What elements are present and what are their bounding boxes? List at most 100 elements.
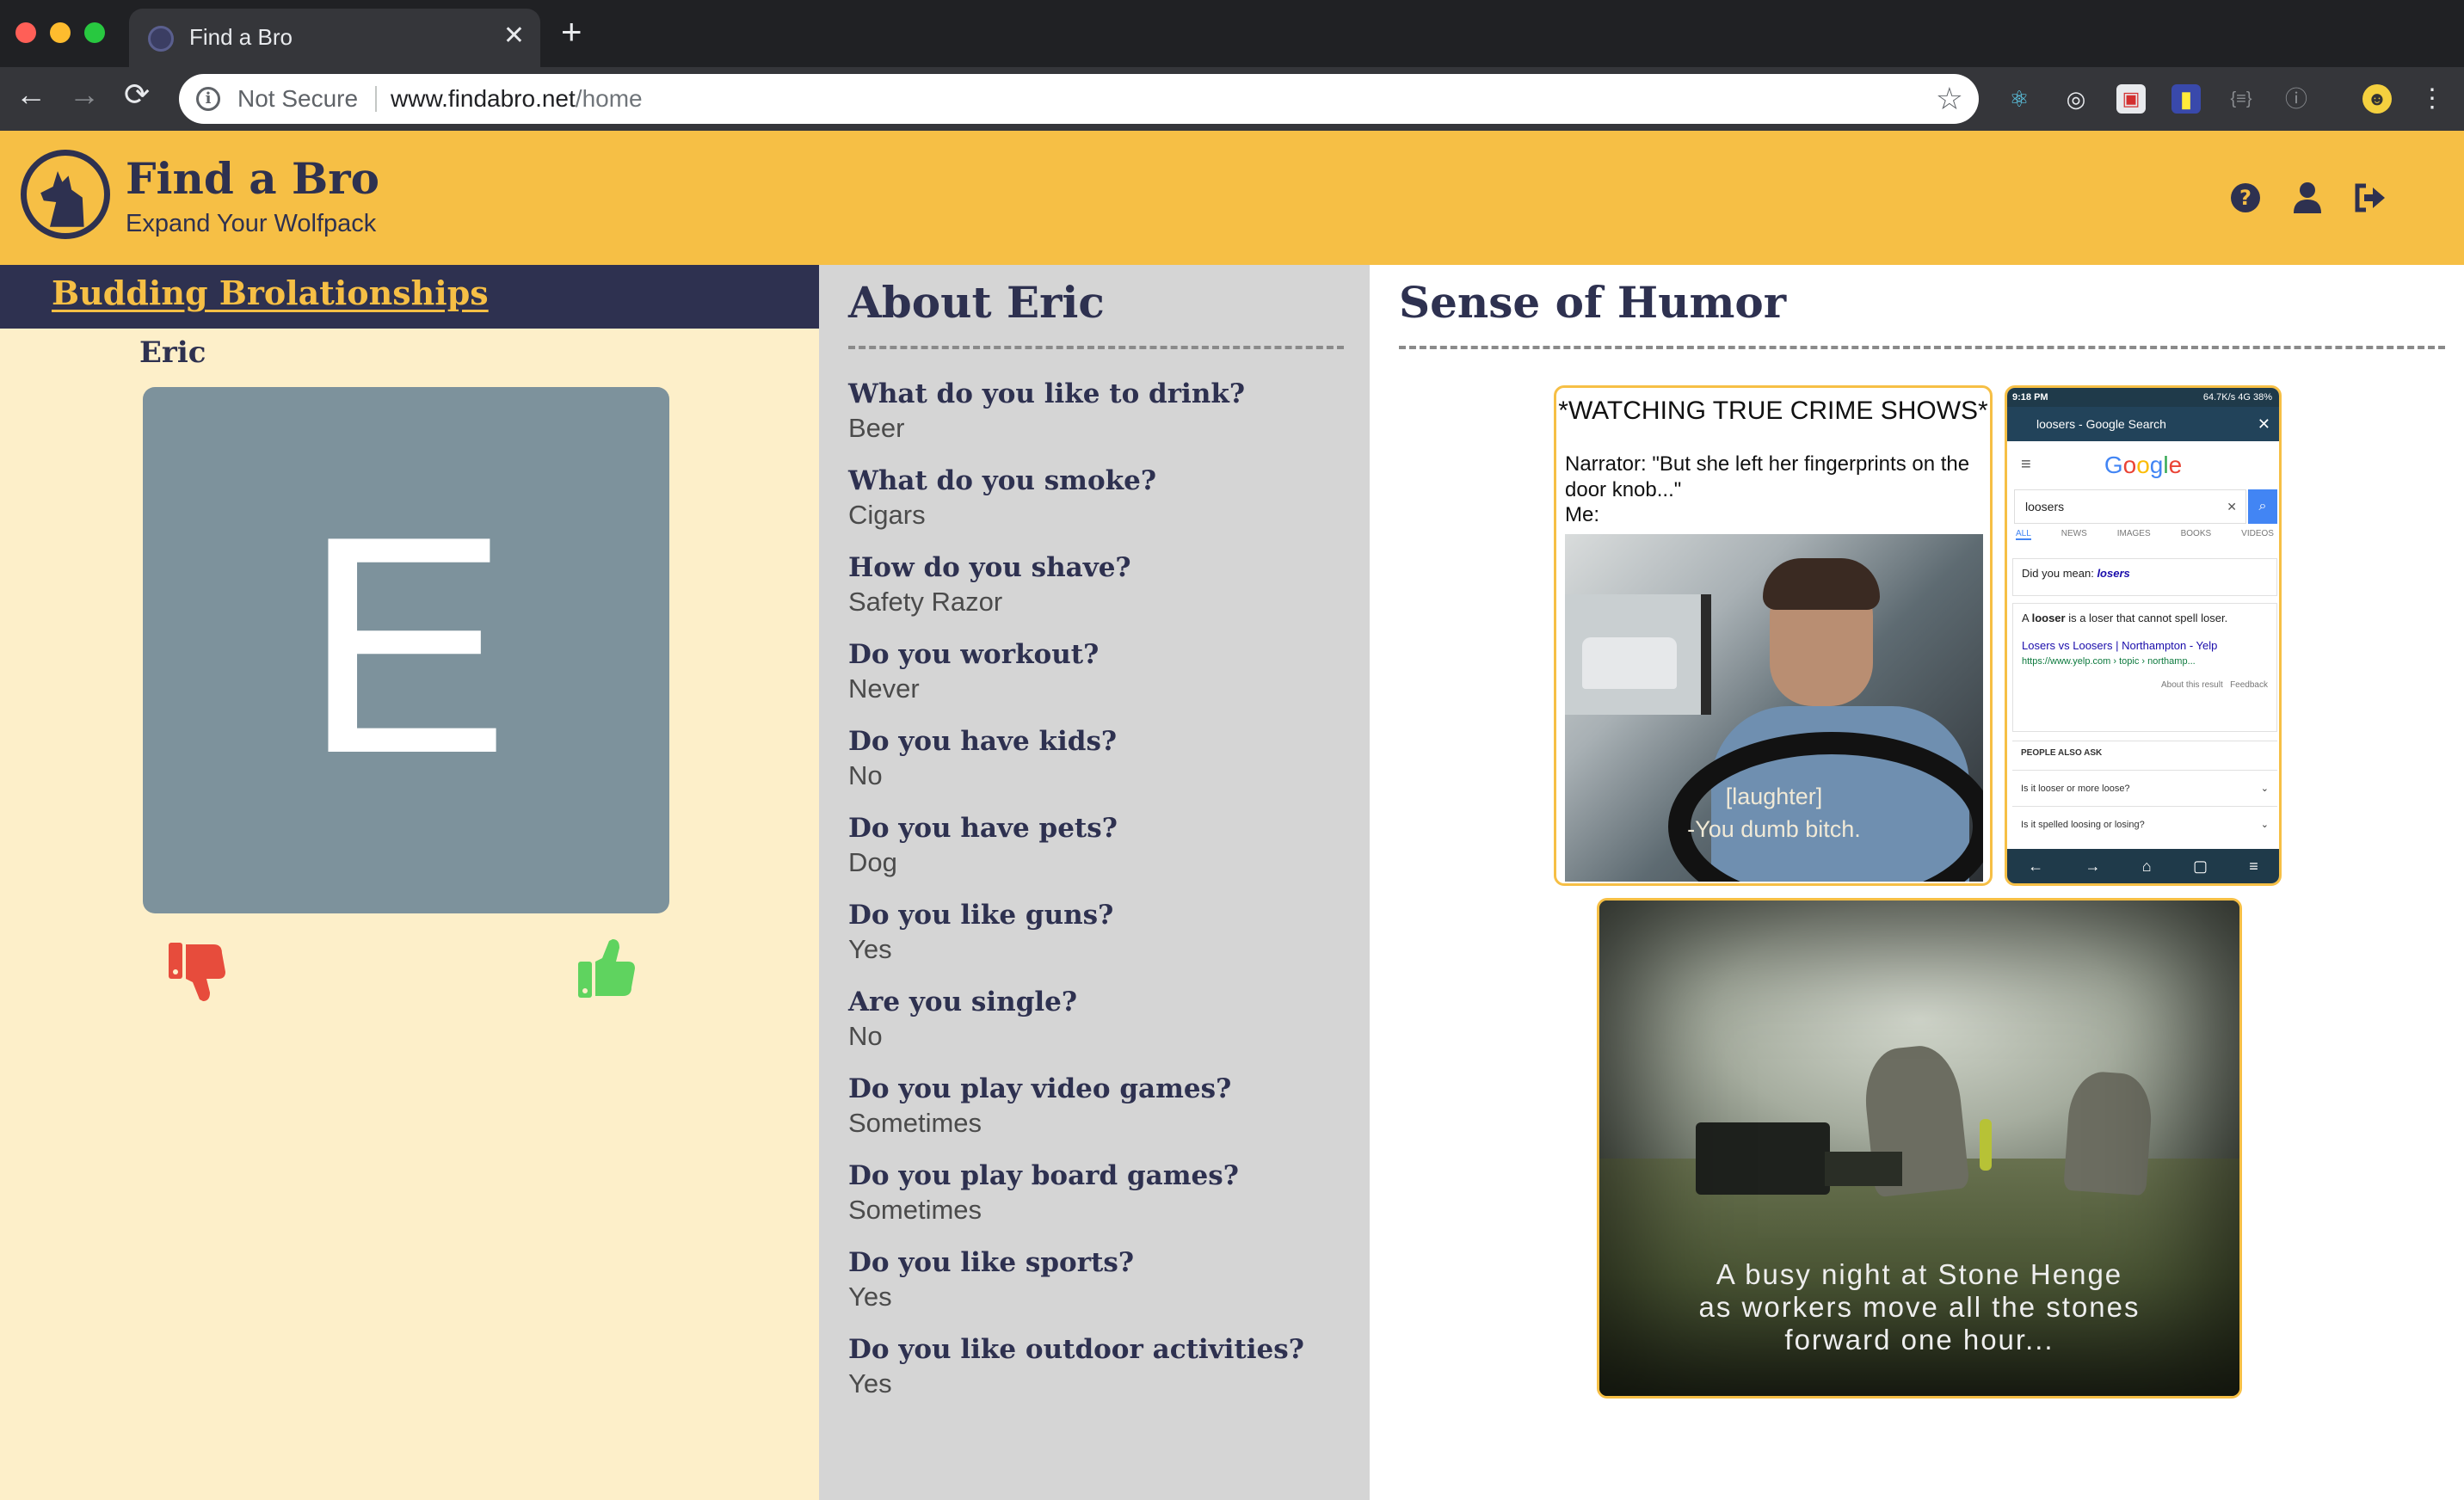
phone-search-icon: ⌕ (2248, 489, 2277, 524)
url-text[interactable]: www.findabro.net/home (391, 85, 643, 113)
qa-item: Do you play video games? Sometimes (848, 1072, 1347, 1159)
humor-title: Sense of Humor (1399, 277, 1787, 328)
site-title[interactable]: Find a Bro (126, 153, 379, 204)
site-subtitle: Expand Your Wolfpack (126, 210, 377, 237)
people-question: Is it spelled loosing or losing? ⌄ (2012, 806, 2277, 842)
answer: No (848, 760, 883, 790)
qa-item: Do you like sports? Yes (848, 1245, 1347, 1332)
question: Do you have kids? (848, 726, 1118, 757)
phone-nav-bar: ← → ⌂ ▢ ≡ (2007, 849, 2279, 883)
about-title: About Eric (848, 277, 1105, 328)
forward-button[interactable]: → (69, 79, 100, 110)
meme-caption-me: Me: (1565, 503, 1600, 526)
question: How do you shave? (848, 552, 1131, 583)
phone-search-tabs: ALL NEWS IMAGES BOOKS VIDEOS (2016, 529, 2274, 540)
question: Do you like outdoor activities? (848, 1334, 1304, 1365)
people-also-ask: PEOPLE ALSO ASK (2012, 741, 2277, 765)
qa-item: Do you have kids? No (848, 724, 1347, 811)
new-tab-button[interactable]: + (561, 14, 582, 50)
qa-item: Are you single? No (848, 985, 1347, 1072)
humor-panel: Sense of Humor *WATCHING TRUE CRIME SHOW… (1370, 265, 2464, 1500)
json-extension-icon[interactable]: {≡} (2227, 84, 2256, 114)
phone-search-box: loosers ✕ (2014, 489, 2246, 524)
info-icon[interactable]: i (196, 87, 220, 111)
qa-item: Do you workout? Never (848, 637, 1347, 724)
red-extension-icon[interactable]: ▣ (2116, 84, 2146, 114)
close-window-button[interactable] (15, 22, 36, 43)
user-icon[interactable] (2288, 179, 2326, 217)
tab-title: Find a Bro (189, 24, 293, 50)
meme-caption-narrator: Narrator: "But she left her fingerprints… (1565, 452, 1970, 501)
qa-item: Do you like outdoor activities? Yes (848, 1332, 1347, 1419)
meme-subtitle-quote: -You dumb bitch. (1687, 816, 1861, 842)
answer: Yes (848, 1282, 892, 1312)
avatar: E (143, 387, 669, 913)
about-divider (848, 346, 1344, 349)
back-button[interactable]: ← (15, 79, 46, 110)
qa-item: What do you smoke? Cigars (848, 464, 1347, 550)
thumbs-down-icon[interactable] (165, 936, 234, 1005)
minimize-window-button[interactable] (50, 22, 71, 43)
address-bar[interactable]: i Not Secure www.findabro.net/home ☆ (179, 74, 1979, 124)
question: Do you play board games? (848, 1160, 1239, 1191)
bookmark-star-icon[interactable]: ☆ (1936, 81, 1963, 117)
answer: Never (848, 673, 920, 704)
answer: Sometimes (848, 1108, 983, 1138)
logout-icon[interactable] (2350, 179, 2388, 217)
question: Do you workout? (848, 639, 1100, 670)
question: Do you play video games? (848, 1073, 1232, 1104)
question: Do you have pets? (848, 813, 1118, 844)
humor-divider (1399, 346, 2445, 349)
meme-caption-heading: *WATCHING TRUE CRIME SHOWS* (1558, 397, 1988, 425)
qa-item: What do you like to drink? Beer (848, 377, 1347, 464)
definition-card: A looser is a loser that cannot spell lo… (2012, 603, 2277, 732)
site-header: Find a Bro Expand Your Wolfpack ? (0, 131, 2464, 265)
browser-toolbar: ← → ⟳ i Not Secure www.findabro.net/home… (0, 67, 2464, 131)
about-panel: About Eric What do you like to drink? Bee… (819, 265, 1370, 1500)
wolf-logo[interactable] (21, 150, 110, 239)
qa-item: Do you like guns? Yes (848, 898, 1347, 985)
avatar-initial: E (302, 472, 510, 818)
reload-button[interactable]: ⟳ (124, 79, 150, 110)
browser-menu-icon[interactable]: ⋮ (2418, 84, 2447, 114)
stonehenge-caption: A busy night at Stone Henge as workers m… (1698, 1258, 2141, 1356)
phone-status-bar: 9:18 PM 64.7K/s 4G 38% (2007, 388, 2279, 407)
brolationships-panel: Budding Brolationships Eric E (0, 265, 819, 1500)
qa-item: Do you play board games? Sometimes (848, 1159, 1347, 1245)
answer: Beer (848, 413, 905, 443)
answer: Yes (848, 1368, 892, 1399)
driver-hair (1763, 558, 1880, 610)
question: What do you like to drink? (848, 378, 1246, 409)
brolationships-link[interactable]: Budding Brolationships (52, 274, 489, 312)
brolationships-header: Budding Brolationships (0, 265, 819, 329)
disabled-extension-icon[interactable]: ⓘ (2282, 84, 2311, 114)
answer: Safety Razor (848, 587, 1003, 617)
profile-avatar-icon[interactable]: ☻ (2362, 84, 2392, 114)
tab-close-icon[interactable]: ✕ (503, 21, 525, 51)
target-extension-icon[interactable]: ◎ (2061, 84, 2091, 114)
qa-item: How do you shave? Safety Razor (848, 550, 1347, 637)
qa-item: Do you have pets? Dog (848, 811, 1347, 898)
phone-title-bar: loosers - Google Search ✕ (2007, 407, 2279, 441)
maximize-window-button[interactable] (84, 22, 105, 43)
background-car (1582, 637, 1677, 689)
browser-tab[interactable]: Find a Bro ✕ (129, 9, 540, 67)
thumbs-up-icon[interactable] (575, 936, 644, 1005)
answer: Sometimes (848, 1195, 983, 1225)
blue-extension-icon[interactable]: ▮ (2171, 84, 2201, 114)
meme-driver-photo: [laughter] -You dumb bitch. (1565, 534, 1983, 882)
bro-name: Eric (139, 335, 206, 370)
browser-tab-bar: Find a Bro ✕ + (0, 0, 2464, 67)
help-icon[interactable]: ? (2227, 179, 2264, 217)
meme-loosers-search[interactable]: 9:18 PM 64.7K/s 4G 38% loosers - Google S… (2005, 385, 2282, 886)
answer: Yes (848, 934, 892, 964)
meme-stonehenge[interactable]: A busy night at Stone Henge as workers m… (1597, 898, 2242, 1399)
question: Do you like guns? (848, 900, 1114, 931)
google-logo: Google (2104, 452, 2183, 478)
people-question: Is it looser or more loose? ⌄ (2012, 770, 2277, 806)
question: What do you smoke? (848, 465, 1157, 496)
meme-true-crime[interactable]: *WATCHING TRUE CRIME SHOWS* Narrator: "B… (1554, 385, 1993, 886)
question: Are you single? (848, 987, 1078, 1017)
react-devtools-icon[interactable]: ⚛ (2005, 84, 2034, 114)
answer: No (848, 1021, 883, 1051)
